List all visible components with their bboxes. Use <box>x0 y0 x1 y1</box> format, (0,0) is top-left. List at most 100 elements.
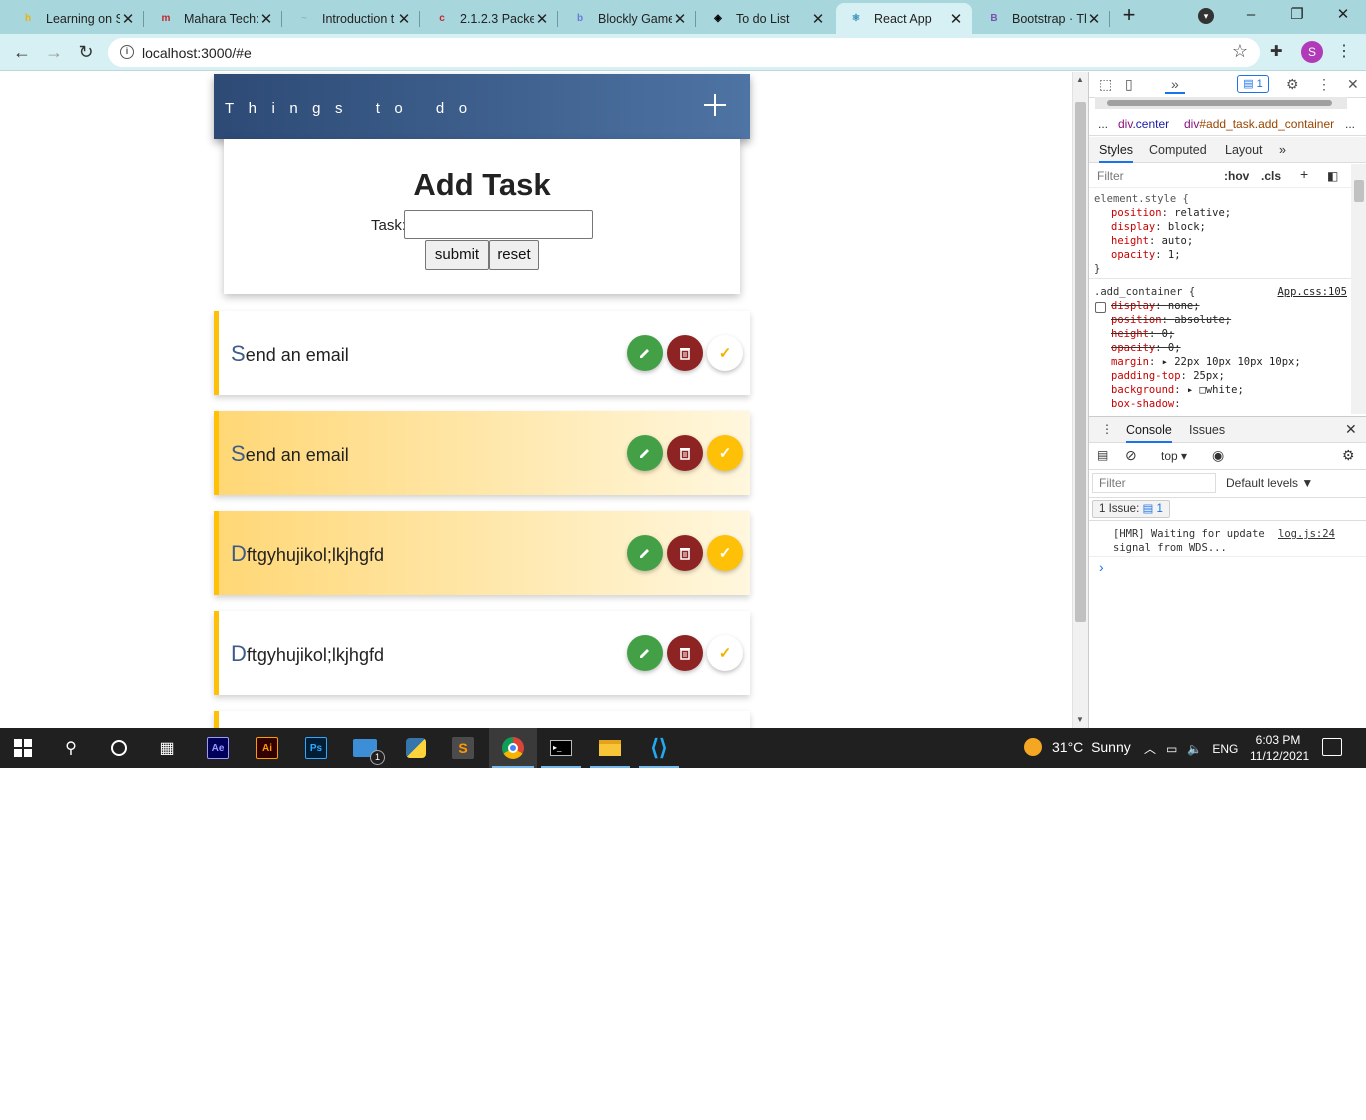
console-filter-input[interactable]: Filter <box>1092 473 1216 493</box>
vscode-icon[interactable]: ⟨⟩ <box>636 728 682 768</box>
inspect-element-icon[interactable]: ⬚ <box>1099 76 1112 93</box>
browser-tab[interactable]: ◈ To do List ✕ <box>698 3 834 34</box>
device-toolbar-icon[interactable]: ▯ <box>1125 76 1133 93</box>
styles-filter-input[interactable]: Filter <box>1097 169 1124 183</box>
css-declaration[interactable]: height: auto; <box>1111 234 1193 248</box>
close-tab-icon[interactable]: ✕ <box>948 10 964 28</box>
browser-tab[interactable]: c 2.1.2.3 Packet ✕ <box>422 3 558 34</box>
scroll-up-arrow-icon[interactable]: ▲ <box>1076 75 1084 84</box>
browser-tab[interactable]: ⚛ React App ✕ <box>836 3 972 34</box>
css-declaration-overridden[interactable]: position: absolute; <box>1111 313 1231 327</box>
tab-styles[interactable]: Styles <box>1099 143 1134 163</box>
more-tabs-chevron-icon[interactable]: » <box>1165 76 1185 94</box>
delete-trash-icon[interactable] <box>667 335 703 371</box>
scroll-down-arrow-icon[interactable]: ▼ <box>1076 715 1084 724</box>
weather-widget[interactable]: 31°C Sunny <box>1024 738 1131 756</box>
bookmark-star-icon[interactable]: ☆ <box>1232 41 1248 62</box>
close-tab-icon[interactable]: ✕ <box>396 10 412 28</box>
close-tab-icon[interactable]: ✕ <box>258 10 274 28</box>
cls-toggle[interactable]: .cls <box>1261 169 1281 183</box>
delete-trash-icon[interactable] <box>667 435 703 471</box>
console-prompt[interactable]: › <box>1099 559 1104 575</box>
hov-toggle[interactable]: :hov <box>1224 169 1249 183</box>
edit-pencil-icon[interactable] <box>627 335 663 371</box>
tab-search-icon[interactable]: ▾ <box>1198 8 1214 24</box>
close-tab-icon[interactable]: ✕ <box>534 10 550 28</box>
search-icon[interactable]: ⚲ <box>48 728 94 768</box>
reload-icon[interactable]: ↻ <box>74 40 98 64</box>
windows-start-icon[interactable] <box>0 728 46 768</box>
devtools-menu-icon[interactable]: ⋮ <box>1317 76 1331 93</box>
submit-button[interactable]: submit <box>425 240 489 270</box>
close-tab-icon[interactable]: ✕ <box>120 10 136 28</box>
browser-tab[interactable]: b Blockly Game ✕ <box>560 3 696 34</box>
browser-menu-icon[interactable]: ⋮ <box>1336 41 1352 61</box>
edit-pencil-icon[interactable] <box>627 535 663 571</box>
restore-button[interactable]: ❐ <box>1282 4 1312 26</box>
tray-chevron-icon[interactable]: ︿ <box>1144 742 1156 756</box>
browser-tab[interactable]: ~ Introduction t ✕ <box>284 3 420 34</box>
css-declaration[interactable]: box-shadow: <box>1111 397 1181 411</box>
issues-button[interactable]: 1 Issue: ▤ 1 <box>1092 500 1170 518</box>
browser-tab[interactable]: m Mahara Tech: ✕ <box>146 3 282 34</box>
battery-icon[interactable]: ▭ <box>1166 742 1177 756</box>
notifications-icon[interactable] <box>1322 738 1342 756</box>
css-declaration[interactable]: background: ▸ □white; <box>1111 383 1244 397</box>
page-scrollbar[interactable]: ▲ ▼ <box>1072 72 1088 728</box>
close-devtools-icon[interactable]: ✕ <box>1347 76 1359 93</box>
address-bar[interactable]: i localhost:3000/#e ☆ <box>108 38 1260 67</box>
chrome-icon[interactable] <box>489 728 537 768</box>
styles-scrollbar[interactable] <box>1351 164 1366 414</box>
edit-pencil-icon[interactable] <box>627 635 663 671</box>
delete-trash-icon[interactable] <box>667 635 703 671</box>
address-bar-url[interactable]: localhost:3000/#e <box>142 45 252 61</box>
language-indicator[interactable]: ENG <box>1212 742 1238 756</box>
back-arrow-icon[interactable]: ← <box>10 40 34 64</box>
sublime-text-icon[interactable]: S <box>440 728 486 768</box>
new-rule-plus-icon[interactable]: + <box>1300 166 1308 182</box>
complete-check-icon[interactable]: ✓ <box>707 435 743 471</box>
complete-check-icon[interactable]: ✓ <box>707 335 743 371</box>
live-expression-eye-icon[interactable]: ◉ <box>1212 447 1224 464</box>
tab-console[interactable]: Console <box>1126 423 1172 443</box>
css-declaration[interactable]: padding-top: 25px; <box>1111 369 1225 383</box>
console-source-link[interactable]: log.js:24 <box>1278 527 1335 541</box>
extensions-puzzle-icon[interactable]: ✚ <box>1270 42 1283 60</box>
declaration-checkbox[interactable] <box>1095 302 1106 313</box>
breadcrumb-more-right[interactable]: ... <box>1345 112 1355 136</box>
browser-tab[interactable]: h Learning on S ✕ <box>8 3 144 34</box>
css-source-link[interactable]: App.css:105 <box>1277 285 1347 299</box>
tab-computed[interactable]: Computed <box>1149 143 1207 157</box>
volume-icon[interactable]: 🔈 <box>1187 742 1202 756</box>
complete-check-icon[interactable]: ✓ <box>707 535 743 571</box>
file-explorer-icon[interactable] <box>587 728 633 768</box>
console-settings-gear-icon[interactable]: ⚙ <box>1342 447 1355 464</box>
css-declaration[interactable]: position: relative; <box>1111 206 1231 220</box>
python-icon[interactable] <box>393 728 439 768</box>
devtools-horizontal-scrollbar[interactable] <box>1095 97 1347 109</box>
complete-check-icon[interactable]: ✓ <box>707 635 743 671</box>
delete-trash-icon[interactable] <box>667 535 703 571</box>
settings-gear-icon[interactable]: ⚙ <box>1286 76 1299 93</box>
mail-icon[interactable]: 1 <box>342 728 388 768</box>
breadcrumb-add-task[interactable]: div#add_task.add_container <box>1184 112 1334 136</box>
minimize-button[interactable]: – <box>1236 4 1266 26</box>
clear-console-icon[interactable]: ⊘ <box>1125 447 1137 464</box>
photoshop-icon[interactable]: Ps <box>293 728 339 768</box>
edit-pencil-icon[interactable] <box>627 435 663 471</box>
cortana-icon[interactable] <box>96 728 142 768</box>
css-declaration-overridden[interactable]: opacity: 0; <box>1111 341 1181 355</box>
reset-button[interactable]: reset <box>489 240 539 270</box>
tab-issues[interactable]: Issues <box>1189 423 1225 437</box>
task-view-icon[interactable]: ▦ <box>144 728 190 768</box>
css-declaration-overridden[interactable]: height: 0; <box>1111 327 1174 341</box>
close-tab-icon[interactable]: ✕ <box>672 10 688 28</box>
toggle-sidebar-icon[interactable]: ◧ <box>1327 169 1338 183</box>
close-drawer-icon[interactable]: ✕ <box>1345 421 1357 438</box>
clock[interactable]: 6:03 PM 11/12/2021 <box>1250 732 1309 764</box>
close-window-button[interactable]: ✕ <box>1328 4 1358 26</box>
after-effects-icon[interactable]: Ae <box>195 728 241 768</box>
tab-layout[interactable]: Layout <box>1225 143 1263 157</box>
log-levels-dropdown[interactable]: Default levels ▼ <box>1226 476 1313 490</box>
css-declaration[interactable]: opacity: 1; <box>1111 248 1181 262</box>
